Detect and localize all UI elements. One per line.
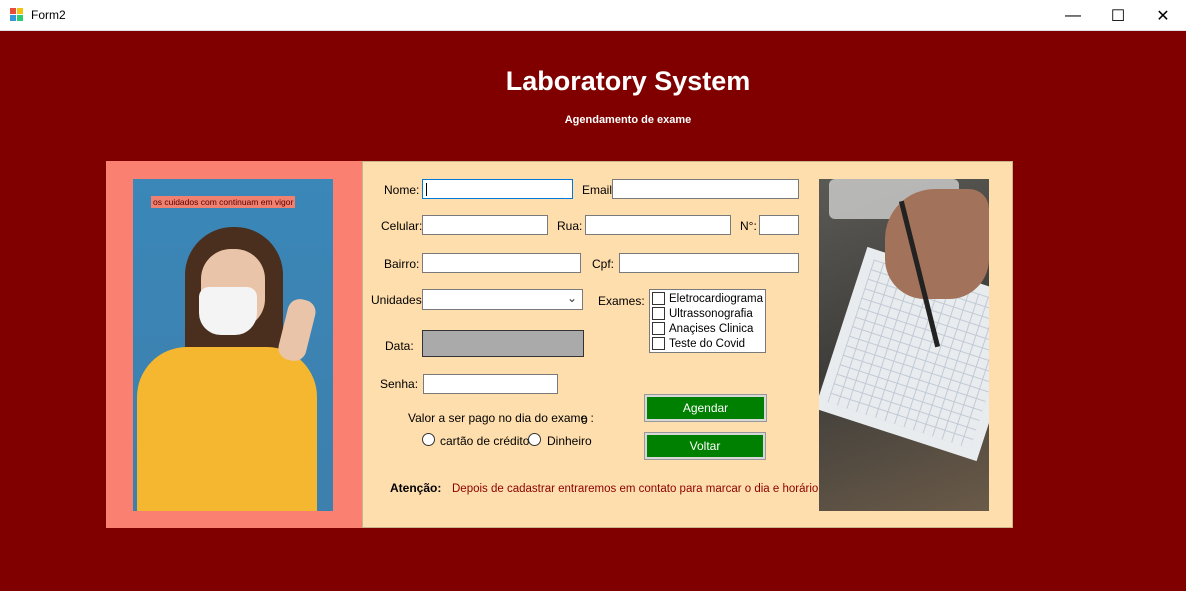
window-titlebar: Form2 — ☐ ✕	[0, 0, 1186, 31]
exame-item[interactable]: Teste do Covid	[652, 336, 745, 351]
checkbox[interactable]	[652, 307, 665, 320]
maximize-button[interactable]: ☐	[1095, 0, 1141, 31]
photo-caption: os cuidados com continuam em vigor	[151, 196, 296, 208]
data-label: Data:	[385, 339, 414, 353]
valor-label: Valor a ser pago no dia do exame :	[408, 411, 594, 425]
exame-item[interactable]: Eletrocardiograma	[652, 291, 763, 306]
window-title: Form2	[31, 8, 66, 22]
cpf-input[interactable]	[619, 253, 799, 273]
celular-label: Celular:	[381, 219, 423, 233]
bairro-label: Bairro:	[384, 257, 420, 271]
agendar-button[interactable]: Agendar	[644, 394, 767, 422]
radio-dinheiro-label[interactable]: Dinheiro	[547, 434, 592, 448]
cpf-label: Cpf:	[592, 257, 615, 271]
rua-label: Rua:	[557, 219, 583, 233]
radio-cartao-label[interactable]: cartão de crédito	[440, 434, 529, 448]
page-subtitle: Agendamento de exame	[564, 114, 692, 126]
bairro-input[interactable]	[422, 253, 581, 273]
email-label: Email:	[582, 183, 616, 197]
nome-input[interactable]	[422, 179, 573, 199]
app-icon	[10, 8, 24, 22]
voltar-button[interactable]: Voltar	[644, 432, 766, 460]
checkbox[interactable]	[652, 292, 665, 305]
page-title: Laboratory System	[505, 66, 751, 96]
radio-cartao[interactable]	[422, 433, 435, 446]
minimize-button[interactable]: —	[1050, 0, 1096, 31]
checkbox[interactable]	[652, 337, 665, 350]
celular-input[interactable]	[422, 215, 548, 235]
numero-label: N°:	[740, 219, 757, 233]
nome-label: Nome:	[384, 183, 420, 197]
exames-label: Exames:	[598, 294, 645, 308]
checkbox[interactable]	[652, 322, 665, 335]
exame-item[interactable]: Ultrassonografia	[652, 306, 753, 321]
radio-dinheiro[interactable]	[528, 433, 541, 446]
numero-input[interactable]	[759, 215, 799, 235]
senha-label: Senha:	[380, 377, 419, 391]
clipboard-photo	[819, 179, 989, 511]
valor-value: 0	[581, 413, 588, 427]
atencao-text: Depois de cadastrar entraremos em contat…	[452, 483, 819, 495]
email-input[interactable]	[612, 179, 799, 199]
rua-input[interactable]	[585, 215, 731, 235]
atencao-label: Atenção:	[390, 481, 442, 495]
close-button[interactable]: ✕	[1140, 0, 1186, 31]
woman-mask-photo: os cuidados com continuam em vigor	[133, 179, 333, 511]
unidades-label: Unidades:	[371, 293, 426, 307]
exame-item[interactable]: Anaçises Clinica	[652, 321, 753, 336]
face-mask-icon	[199, 287, 257, 335]
left-image-panel: os cuidados com continuam em vigor	[106, 161, 362, 528]
senha-input[interactable]	[423, 374, 558, 394]
chevron-down-icon: ⌄	[566, 291, 577, 305]
date-picker[interactable]	[422, 330, 584, 357]
exames-checklist[interactable]: Eletrocardiograma Ultrassonografia Anaçi…	[649, 289, 766, 353]
unidades-select[interactable]: ⌄	[422, 289, 583, 310]
